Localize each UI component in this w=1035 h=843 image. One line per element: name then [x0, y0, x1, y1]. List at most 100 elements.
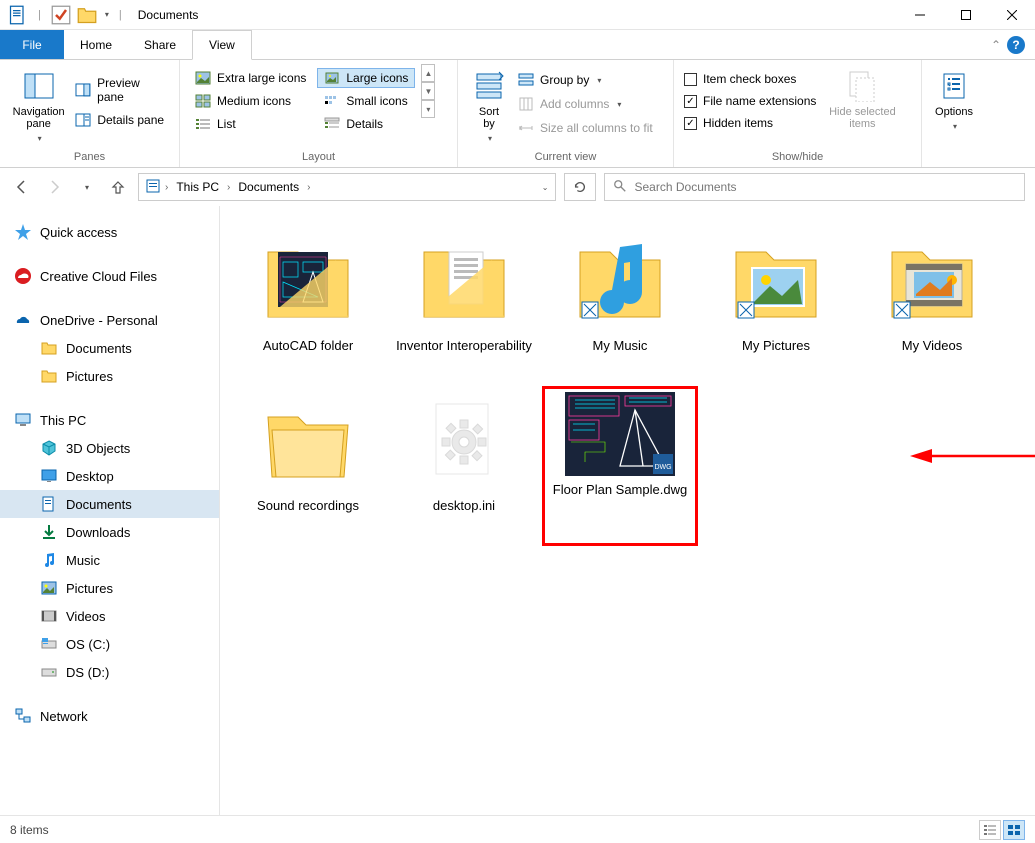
file-area[interactable]: AutoCAD folder Inventor Interoperability… — [220, 206, 1035, 815]
nav-onedrive-pictures[interactable]: Pictures — [0, 362, 219, 390]
layout-list[interactable]: List — [188, 114, 313, 134]
breadcrumb-this-pc[interactable]: This PC — [172, 180, 223, 194]
add-columns-button[interactable]: Add columns ▾ — [514, 94, 657, 114]
view-thumbnails-toggle[interactable] — [1003, 820, 1025, 840]
qat-dropdown[interactable]: ▾ — [105, 10, 109, 19]
group-label-layout: Layout — [186, 149, 451, 165]
hide-selected-button[interactable]: Hide selected items — [820, 64, 904, 130]
back-button[interactable] — [10, 175, 34, 199]
nav-3d-objects[interactable]: 3D Objects — [0, 434, 219, 462]
address-dropdown[interactable]: ⌄ — [542, 183, 549, 192]
ribbon-group-show-hide: Item check boxes ✓File name extensions ✓… — [674, 60, 922, 167]
quick-access-toolbar: | ▾ | Documents — [0, 5, 198, 25]
up-button[interactable] — [106, 175, 130, 199]
folder-icon — [40, 367, 58, 385]
file-label: Inventor Interoperability — [396, 338, 532, 355]
preview-pane-button[interactable]: Preview pane — [71, 74, 173, 106]
tab-file[interactable]: File — [0, 30, 64, 59]
folder-thumbnail — [570, 232, 670, 332]
options-button[interactable]: Options ▾ — [928, 64, 980, 131]
nav-network[interactable]: Network — [0, 702, 219, 730]
layout-small[interactable]: Small icons — [317, 91, 415, 111]
sort-by-button[interactable]: Sort by ▾ — [464, 64, 514, 143]
file-my-pictures[interactable]: My Pictures — [698, 226, 854, 386]
nav-documents[interactable]: Documents — [0, 490, 219, 518]
file-my-music[interactable]: My Music — [542, 226, 698, 386]
file-extensions-toggle[interactable]: ✓File name extensions — [680, 92, 820, 110]
layout-scroll-down[interactable]: ▼ — [421, 82, 435, 100]
minimize-ribbon-icon[interactable]: ⌃ — [991, 38, 1001, 52]
checkbox-checked-icon: ✓ — [684, 95, 697, 108]
file-sound-recordings[interactable]: Sound recordings — [230, 386, 386, 546]
search-input[interactable]: Search Documents — [604, 173, 1026, 201]
forward-button[interactable] — [42, 175, 66, 199]
file-my-videos[interactable]: My Videos — [854, 226, 1010, 386]
breadcrumb-documents[interactable]: Documents — [234, 180, 303, 194]
documents-icon — [40, 495, 58, 513]
medium-icons-icon — [195, 94, 211, 108]
list-icon — [195, 117, 211, 131]
layout-extra-large[interactable]: Extra large icons — [188, 68, 313, 88]
chevron-right-icon[interactable]: › — [165, 182, 168, 193]
layout-medium[interactable]: Medium icons — [188, 91, 313, 111]
help-icon[interactable]: ? — [1007, 36, 1025, 54]
layout-details[interactable]: Details — [317, 114, 415, 134]
tab-home[interactable]: Home — [64, 30, 128, 59]
search-placeholder: Search Documents — [635, 180, 737, 194]
chevron-right-icon[interactable]: › — [227, 182, 230, 193]
layout-scroll-more[interactable]: ▾ — [421, 100, 435, 118]
status-bar: 8 items — [0, 815, 1035, 843]
maximize-button[interactable] — [943, 0, 989, 30]
nav-creative-cloud[interactable]: Creative Cloud Files — [0, 262, 219, 290]
nav-quick-access[interactable]: Quick access — [0, 218, 219, 246]
tab-view[interactable]: View — [192, 30, 252, 60]
nav-dsd[interactable]: DS (D:) — [0, 658, 219, 686]
item-check-boxes-toggle[interactable]: Item check boxes — [680, 70, 820, 88]
layout-scroll-up[interactable]: ▲ — [421, 64, 435, 82]
file-floor-plan-dwg[interactable]: DWG Floor Plan Sample.dwg — [542, 386, 698, 546]
size-columns-icon — [518, 120, 534, 136]
group-label-panes: Panes — [6, 149, 173, 165]
chevron-down-icon: ▾ — [38, 134, 42, 143]
file-autocad-folder[interactable]: AutoCAD folder — [230, 226, 386, 386]
nav-onedrive[interactable]: OneDrive - Personal — [0, 306, 219, 334]
checkbox-icon[interactable] — [51, 5, 71, 25]
minimize-button[interactable] — [897, 0, 943, 30]
folder-thumbnail — [258, 392, 358, 492]
layout-large[interactable]: Large icons — [317, 68, 415, 88]
nav-downloads[interactable]: Downloads — [0, 518, 219, 546]
chevron-right-icon[interactable]: › — [307, 182, 310, 193]
address-bar[interactable]: › This PC › Documents › ⌄ — [138, 173, 556, 201]
recent-locations-button[interactable]: ▾ — [74, 175, 98, 199]
nav-pictures[interactable]: Pictures — [0, 574, 219, 602]
nav-desktop[interactable]: Desktop — [0, 462, 219, 490]
file-label: My Videos — [902, 338, 962, 355]
tab-share[interactable]: Share — [128, 30, 192, 59]
folder-thumbnail — [414, 232, 514, 332]
hidden-items-toggle[interactable]: ✓Hidden items — [680, 114, 820, 132]
ini-file-icon — [414, 392, 514, 492]
size-columns-button[interactable]: Size all columns to fit — [514, 118, 657, 138]
refresh-button[interactable] — [564, 173, 596, 201]
nav-osc[interactable]: OS (C:) — [0, 630, 219, 658]
hide-selected-label: Hide selected items — [829, 106, 896, 130]
group-label-empty — [928, 161, 980, 165]
details-pane-button[interactable]: Details pane — [71, 110, 173, 130]
view-details-toggle[interactable] — [979, 820, 1001, 840]
file-inventor[interactable]: Inventor Interoperability — [386, 226, 542, 386]
nav-music[interactable]: Music — [0, 546, 219, 574]
close-button[interactable] — [989, 0, 1035, 30]
group-by-button[interactable]: Group by ▾ — [514, 70, 657, 90]
navigation-pane-icon — [23, 70, 55, 102]
file-desktop-ini[interactable]: desktop.ini — [386, 386, 542, 546]
navigation-pane-button[interactable]: Navigation pane ▾ — [6, 64, 71, 143]
add-columns-label: Add columns — [540, 97, 609, 111]
nav-this-pc[interactable]: This PC — [0, 406, 219, 434]
nav-onedrive-documents[interactable]: Documents — [0, 334, 219, 362]
nav-videos[interactable]: Videos — [0, 602, 219, 630]
videos-icon — [40, 607, 58, 625]
annotation-arrow — [910, 446, 1035, 466]
music-icon — [40, 551, 58, 569]
details-pane-label: Details pane — [97, 113, 164, 127]
drive-icon — [40, 663, 58, 681]
